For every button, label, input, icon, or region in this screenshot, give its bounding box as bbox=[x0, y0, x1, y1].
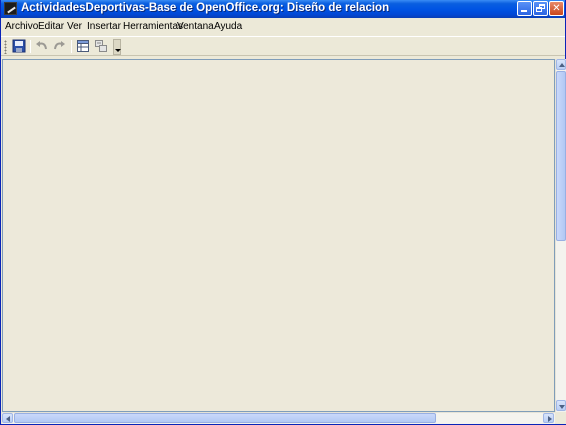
standard-toolbar bbox=[1, 36, 565, 56]
menu-archivo[interactable]: Archivo bbox=[5, 21, 38, 32]
scroll-up-button[interactable] bbox=[556, 59, 566, 70]
arrow-right-icon bbox=[548, 416, 552, 422]
scrollbar-corner bbox=[555, 412, 566, 424]
app-window: ActividadesDeportivas-Base de OpenOffice… bbox=[0, 0, 566, 425]
undo-icon bbox=[36, 41, 47, 50]
add-tables-button[interactable] bbox=[76, 39, 90, 53]
save-icon bbox=[12, 39, 26, 53]
title-bar[interactable]: ActividadesDeportivas-Base de OpenOffice… bbox=[1, 0, 565, 18]
horizontal-scrollbar[interactable] bbox=[2, 412, 555, 424]
horizontal-scroll-thumb[interactable] bbox=[14, 413, 436, 423]
toolbar-options-icon bbox=[115, 49, 121, 52]
new-relation-button[interactable] bbox=[94, 39, 108, 53]
menu-ayuda[interactable]: Ayuda bbox=[214, 21, 242, 32]
vertical-scrollbar[interactable] bbox=[555, 59, 566, 412]
toolbar-grip[interactable] bbox=[4, 40, 7, 54]
minimize-icon bbox=[521, 10, 527, 12]
scroll-left-button[interactable] bbox=[2, 413, 13, 423]
new-relation-icon bbox=[95, 40, 107, 52]
menu-bar: Archivo Editar Ver Insertar Herramientas… bbox=[1, 19, 565, 35]
vertical-scroll-thumb[interactable] bbox=[556, 71, 566, 241]
save-button[interactable] bbox=[12, 39, 26, 53]
minimize-button[interactable] bbox=[517, 1, 532, 16]
relation-design-workspace[interactable] bbox=[2, 59, 555, 412]
openoffice-app-icon[interactable] bbox=[4, 2, 17, 15]
close-icon: ✕ bbox=[552, 3, 561, 14]
scroll-right-button[interactable] bbox=[543, 413, 554, 423]
undo-button[interactable] bbox=[35, 39, 49, 53]
redo-button[interactable] bbox=[52, 39, 66, 53]
menu-editar[interactable]: Editar bbox=[38, 21, 64, 32]
restore-button[interactable] bbox=[533, 1, 548, 16]
redo-icon bbox=[54, 41, 65, 50]
arrow-down-icon bbox=[559, 405, 565, 409]
toolbar-options-button[interactable] bbox=[113, 39, 121, 55]
menu-insertar[interactable]: Insertar bbox=[87, 21, 121, 32]
scroll-down-button[interactable] bbox=[556, 400, 566, 411]
close-button[interactable]: ✕ bbox=[549, 1, 564, 16]
arrow-up-icon bbox=[559, 63, 565, 67]
menu-ventana[interactable]: Ventana bbox=[177, 21, 214, 32]
menu-ver[interactable]: Ver bbox=[67, 21, 82, 32]
add-tables-icon bbox=[77, 40, 89, 52]
menu-herramientas[interactable]: Herramientas bbox=[123, 21, 183, 32]
window-title: ActividadesDeportivas-Base de OpenOffice… bbox=[21, 2, 390, 14]
arrow-left-icon bbox=[6, 416, 10, 422]
